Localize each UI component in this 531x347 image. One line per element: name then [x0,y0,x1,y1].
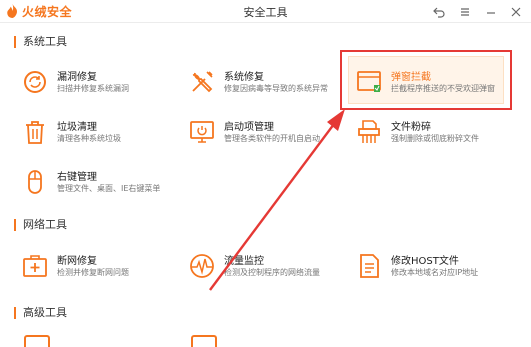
minimize-button[interactable] [484,4,498,18]
pulse-icon [187,251,217,281]
tool-net-repair[interactable]: 断网修复 检测并修复断网问题 [20,248,180,288]
tool-desc: 检测并修复断网问题 [57,268,129,277]
tool-name: 修改HOST文件 [391,256,459,267]
section-title-system: 系统工具 [14,36,67,48]
tool-desc: 检测及控制程序的网络流量 [224,268,320,277]
trash-icon [20,117,50,147]
tool-desc: 强制删除或彻底粉碎文件 [391,134,479,143]
title-bar: 火绒安全 安全工具 [0,0,531,23]
tool-name: 启动项管理 [224,122,274,133]
document-icon [354,251,384,281]
tool-traffic[interactable]: 流量监控 检测及控制程序的网络流量 [187,248,347,288]
tool-shredder[interactable]: 文件粉碎 强制删除或彻底粉碎文件 [354,114,514,154]
back-button[interactable] [432,4,446,18]
tool-desc: 拦截程序推送的不受欢迎弹窗 [391,84,495,93]
popup-window-icon [354,67,384,97]
shredder-icon [354,117,384,147]
tool-desc: 修复因病毒等导致的系统异常 [224,84,328,93]
tool-name: 系统修复 [224,72,264,83]
close-button[interactable] [509,4,523,18]
tool-name: 流量监控 [224,256,264,267]
tool-popup-block[interactable]: 弹窗拦截 拦截程序推送的不受欢迎弹窗 [354,64,514,104]
tool-name: 右键管理 [57,172,97,183]
menu-icon [461,8,469,16]
tool-desc: 扫描并修复系统漏洞 [57,84,129,93]
tool-desc: 修改本地域名对应IP地址 [391,268,479,277]
back-icon [433,7,445,18]
window-title: 安全工具 [243,6,288,19]
tool-context-menu[interactable]: 右键管理 管理文件、桌面、IE右键菜单 [20,164,180,204]
wrench-icon [187,67,217,97]
first-aid-icon [20,251,50,281]
refresh-icon [20,67,50,97]
tool-name: 文件粉碎 [391,122,431,133]
tool-name: 弹窗拦截 [391,72,431,83]
mouse-icon [20,167,50,197]
partial-tool-icon[interactable] [191,335,217,347]
section-title-network: 网络工具 [14,219,67,231]
tool-hosts[interactable]: 修改HOST文件 修改本地域名对应IP地址 [354,248,514,288]
tool-junk-clean[interactable]: 垃圾清理 清理各种系统垃圾 [20,114,180,154]
tool-desc: 清理各种系统垃圾 [57,134,121,143]
menu-button[interactable] [458,4,472,18]
tool-startup[interactable]: 启动项管理 管理各类软件的开机自启动 [187,114,347,154]
tool-name: 漏洞修复 [57,72,97,83]
minimize-icon [487,12,495,14]
tool-leak-repair[interactable]: 漏洞修复 扫描并修复系统漏洞 [20,64,180,104]
tool-name: 垃圾清理 [57,122,97,133]
section-title-advanced: 高级工具 [14,307,67,319]
power-monitor-icon [187,117,217,147]
partial-tool-icon[interactable] [24,335,50,347]
tool-sys-repair[interactable]: 系统修复 修复因病毒等导致的系统异常 [187,64,347,104]
tool-desc: 管理文件、桌面、IE右键菜单 [57,184,161,193]
tool-name: 断网修复 [57,256,97,267]
tool-desc: 管理各类软件的开机自启动 [224,134,320,143]
close-icon [511,7,521,17]
